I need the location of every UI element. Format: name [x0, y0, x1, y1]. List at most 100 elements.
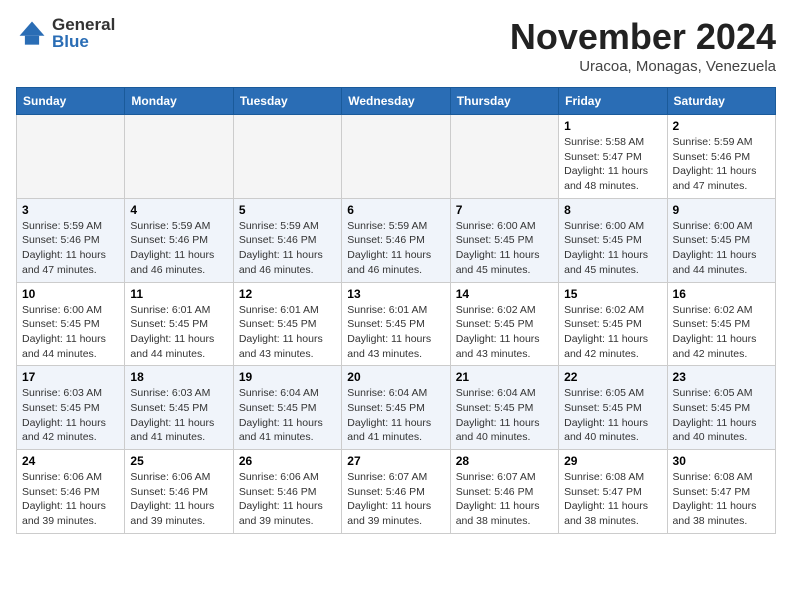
weekday-header-friday: Friday [559, 88, 667, 115]
calendar-week-1: 1 Sunrise: 5:58 AM Sunset: 5:47 PM Daylig… [17, 115, 776, 199]
calendar-cell: 1 Sunrise: 5:58 AM Sunset: 5:47 PM Daylig… [559, 115, 667, 199]
day-info: Sunrise: 6:07 AM Sunset: 5:46 PM Dayligh… [456, 470, 553, 529]
day-number: 19 [239, 370, 336, 384]
day-info: Sunrise: 5:58 AM Sunset: 5:47 PM Dayligh… [564, 135, 661, 194]
day-number: 23 [673, 370, 770, 384]
day-info: Sunrise: 6:04 AM Sunset: 5:45 PM Dayligh… [456, 386, 553, 445]
calendar-cell: 14 Sunrise: 6:02 AM Sunset: 5:45 PM Dayli… [450, 282, 558, 366]
calendar-cell [125, 115, 233, 199]
calendar-week-2: 3 Sunrise: 5:59 AM Sunset: 5:46 PM Daylig… [17, 198, 776, 282]
day-number: 13 [347, 287, 444, 301]
calendar-cell: 23 Sunrise: 6:05 AM Sunset: 5:45 PM Dayli… [667, 366, 775, 450]
weekday-header-sunday: Sunday [17, 88, 125, 115]
day-info: Sunrise: 5:59 AM Sunset: 5:46 PM Dayligh… [239, 219, 336, 278]
calendar-cell: 6Sunrise: 5:59 AM Sunset: 5:46 PM Daylig… [342, 198, 450, 282]
day-info: Sunrise: 6:01 AM Sunset: 5:45 PM Dayligh… [347, 303, 444, 362]
calendar-cell: 26 Sunrise: 6:06 AM Sunset: 5:46 PM Dayli… [233, 450, 341, 534]
calendar-cell: 7 Sunrise: 6:00 AM Sunset: 5:45 PM Daylig… [450, 198, 558, 282]
day-info: Sunrise: 5:59 AM Sunset: 5:46 PM Dayligh… [22, 219, 119, 278]
day-number: 7 [456, 203, 553, 217]
day-number: 25 [130, 454, 227, 468]
day-number: 22 [564, 370, 661, 384]
calendar-cell [450, 115, 558, 199]
calendar-header-row: SundayMondayTuesdayWednesdayThursdayFrid… [17, 88, 776, 115]
header: General Blue November 2024 Uracoa, Monag… [16, 16, 776, 75]
day-number: 20 [347, 370, 444, 384]
calendar-cell [342, 115, 450, 199]
weekday-header-wednesday: Wednesday [342, 88, 450, 115]
day-info: Sunrise: 6:02 AM Sunset: 5:45 PM Dayligh… [673, 303, 770, 362]
weekday-header-saturday: Saturday [667, 88, 775, 115]
day-info: Sunrise: 6:08 AM Sunset: 5:47 PM Dayligh… [564, 470, 661, 529]
calendar-cell: 30 Sunrise: 6:08 AM Sunset: 5:47 PM Dayli… [667, 450, 775, 534]
day-info: Sunrise: 6:03 AM Sunset: 5:45 PM Dayligh… [22, 386, 119, 445]
weekday-header-tuesday: Tuesday [233, 88, 341, 115]
calendar-cell: 12Sunrise: 6:01 AM Sunset: 5:45 PM Dayli… [233, 282, 341, 366]
day-info: Sunrise: 6:00 AM Sunset: 5:45 PM Dayligh… [22, 303, 119, 362]
calendar-cell: 15Sunrise: 6:02 AM Sunset: 5:45 PM Dayli… [559, 282, 667, 366]
day-number: 16 [673, 287, 770, 301]
calendar-cell: 16 Sunrise: 6:02 AM Sunset: 5:45 PM Dayli… [667, 282, 775, 366]
day-info: Sunrise: 6:06 AM Sunset: 5:46 PM Dayligh… [239, 470, 336, 529]
calendar-cell: 17 Sunrise: 6:03 AM Sunset: 5:45 PM Dayli… [17, 366, 125, 450]
calendar-cell: 8 Sunrise: 6:00 AM Sunset: 5:45 PM Daylig… [559, 198, 667, 282]
calendar-cell: 27 Sunrise: 6:07 AM Sunset: 5:46 PM Dayli… [342, 450, 450, 534]
calendar-table: SundayMondayTuesdayWednesdayThursdayFrid… [16, 87, 776, 534]
calendar-cell: 5Sunrise: 5:59 AM Sunset: 5:46 PM Daylig… [233, 198, 341, 282]
day-number: 4 [130, 203, 227, 217]
calendar-cell: 9 Sunrise: 6:00 AM Sunset: 5:45 PM Daylig… [667, 198, 775, 282]
day-number: 27 [347, 454, 444, 468]
calendar-cell: 13 Sunrise: 6:01 AM Sunset: 5:45 PM Dayli… [342, 282, 450, 366]
calendar-cell: 4 Sunrise: 5:59 AM Sunset: 5:46 PM Daylig… [125, 198, 233, 282]
day-number: 8 [564, 203, 661, 217]
logo: General Blue [16, 16, 115, 51]
title-area: November 2024 Uracoa, Monagas, Venezuela [510, 16, 776, 75]
day-number: 24 [22, 454, 119, 468]
day-number: 2 [673, 119, 770, 133]
day-number: 9 [673, 203, 770, 217]
day-info: Sunrise: 6:08 AM Sunset: 5:47 PM Dayligh… [673, 470, 770, 529]
calendar-cell: 3 Sunrise: 5:59 AM Sunset: 5:46 PM Daylig… [17, 198, 125, 282]
day-number: 29 [564, 454, 661, 468]
day-number: 11 [130, 287, 227, 301]
calendar-cell [233, 115, 341, 199]
calendar-cell: 25 Sunrise: 6:06 AM Sunset: 5:46 PM Dayli… [125, 450, 233, 534]
day-info: Sunrise: 6:02 AM Sunset: 5:45 PM Dayligh… [456, 303, 553, 362]
weekday-header-monday: Monday [125, 88, 233, 115]
day-info: Sunrise: 6:05 AM Sunset: 5:45 PM Dayligh… [673, 386, 770, 445]
calendar-cell: 19 Sunrise: 6:04 AM Sunset: 5:45 PM Dayli… [233, 366, 341, 450]
calendar-cell: 21Sunrise: 6:04 AM Sunset: 5:45 PM Dayli… [450, 366, 558, 450]
day-info: Sunrise: 5:59 AM Sunset: 5:46 PM Dayligh… [130, 219, 227, 278]
calendar-week-4: 17 Sunrise: 6:03 AM Sunset: 5:45 PM Dayli… [17, 366, 776, 450]
day-info: Sunrise: 6:00 AM Sunset: 5:45 PM Dayligh… [564, 219, 661, 278]
day-number: 17 [22, 370, 119, 384]
day-info: Sunrise: 5:59 AM Sunset: 5:46 PM Dayligh… [673, 135, 770, 194]
calendar-week-3: 10 Sunrise: 6:00 AM Sunset: 5:45 PM Dayli… [17, 282, 776, 366]
day-info: Sunrise: 6:00 AM Sunset: 5:45 PM Dayligh… [673, 219, 770, 278]
day-info: Sunrise: 6:05 AM Sunset: 5:45 PM Dayligh… [564, 386, 661, 445]
calendar-body: 1 Sunrise: 5:58 AM Sunset: 5:47 PM Daylig… [17, 115, 776, 534]
day-info: Sunrise: 6:03 AM Sunset: 5:45 PM Dayligh… [130, 386, 227, 445]
day-info: Sunrise: 6:04 AM Sunset: 5:45 PM Dayligh… [347, 386, 444, 445]
day-number: 3 [22, 203, 119, 217]
day-info: Sunrise: 6:04 AM Sunset: 5:45 PM Dayligh… [239, 386, 336, 445]
day-info: Sunrise: 6:07 AM Sunset: 5:46 PM Dayligh… [347, 470, 444, 529]
calendar-cell: 11Sunrise: 6:01 AM Sunset: 5:45 PM Dayli… [125, 282, 233, 366]
weekday-header-thursday: Thursday [450, 88, 558, 115]
day-info: Sunrise: 6:06 AM Sunset: 5:46 PM Dayligh… [130, 470, 227, 529]
day-number: 15 [564, 287, 661, 301]
calendar-cell: 22 Sunrise: 6:05 AM Sunset: 5:45 PM Dayli… [559, 366, 667, 450]
day-info: Sunrise: 5:59 AM Sunset: 5:46 PM Dayligh… [347, 219, 444, 278]
calendar-cell: 2 Sunrise: 5:59 AM Sunset: 5:46 PM Daylig… [667, 115, 775, 199]
calendar-cell: 28Sunrise: 6:07 AM Sunset: 5:46 PM Dayli… [450, 450, 558, 534]
calendar-cell: 10 Sunrise: 6:00 AM Sunset: 5:45 PM Dayli… [17, 282, 125, 366]
day-number: 10 [22, 287, 119, 301]
day-number: 14 [456, 287, 553, 301]
calendar-cell [17, 115, 125, 199]
day-number: 26 [239, 454, 336, 468]
calendar-cell: 18Sunrise: 6:03 AM Sunset: 5:45 PM Dayli… [125, 366, 233, 450]
day-number: 12 [239, 287, 336, 301]
day-number: 1 [564, 119, 661, 133]
day-number: 30 [673, 454, 770, 468]
day-info: Sunrise: 6:00 AM Sunset: 5:45 PM Dayligh… [456, 219, 553, 278]
